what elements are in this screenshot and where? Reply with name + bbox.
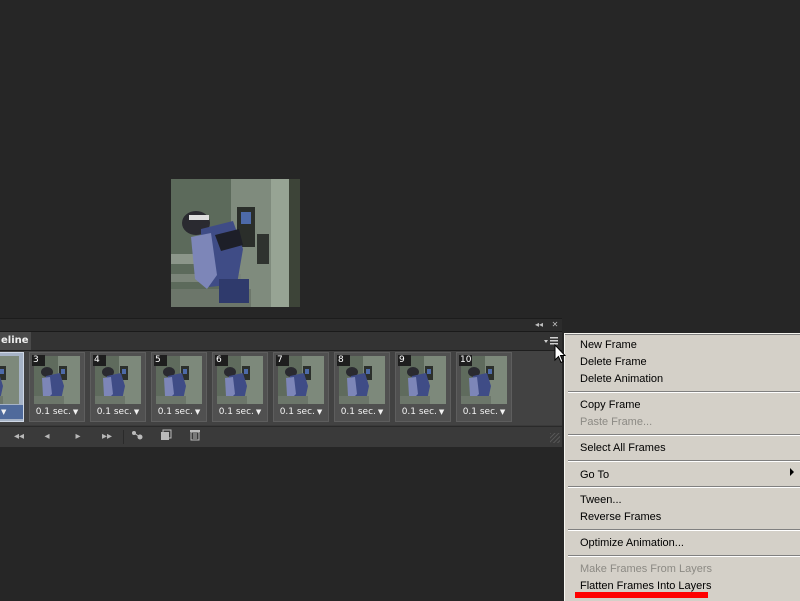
- frame-delay-label: 0.1 sec.: [340, 407, 376, 417]
- frame-delay-label: 0.1 sec.: [401, 407, 437, 417]
- animation-frame[interactable]: 6 0.1 sec. ▼: [212, 352, 268, 422]
- previous-frame-button[interactable]: ◂: [37, 429, 57, 445]
- animation-frame[interactable]: 4 0.1 sec. ▼: [90, 352, 146, 422]
- frame-number: 10: [459, 355, 473, 366]
- chevron-down-icon: ▼: [438, 408, 445, 416]
- frame-number: 6: [215, 355, 228, 366]
- frame-delay-label: 0.1 sec.: [157, 407, 193, 417]
- first-frame-button[interactable]: ◂◂: [9, 429, 29, 445]
- frame-number: 4: [93, 355, 106, 366]
- frame-number: 9: [398, 355, 411, 366]
- controls-divider: [123, 430, 124, 444]
- menu-separator: [568, 434, 800, 436]
- animation-frame[interactable]: 8 0.1 sec. ▼: [334, 352, 390, 422]
- frame-delay-label: 0.1 sec.: [96, 407, 132, 417]
- frame-delay-label: 0.1 sec.: [462, 407, 498, 417]
- frame-delay-label: 0.1 sec.: [35, 407, 71, 417]
- animation-frame[interactable]: 10 0.1 sec. ▼: [456, 352, 512, 422]
- frame-number: 3: [32, 355, 45, 366]
- close-icon[interactable]: ✕: [549, 319, 561, 331]
- frame-number: 7: [276, 355, 289, 366]
- duplicate-frame-icon[interactable]: [156, 429, 176, 445]
- frame-delay-dropdown[interactable]: 0.1 sec. ▼: [213, 405, 267, 419]
- chevron-down-icon: ▼: [499, 408, 506, 416]
- animation-panel: ◂◂ ✕ eline ec.▼30.1 sec.▼40.1 sec.▼50.1 …: [0, 318, 562, 447]
- frame-delay-dropdown[interactable]: 0.1 sec. ▼: [396, 405, 450, 419]
- tween-icon[interactable]: [127, 429, 147, 445]
- tab-timeline[interactable]: eline: [0, 332, 31, 350]
- menu-item-go-to[interactable]: Go To: [580, 467, 609, 484]
- panel-title-bar[interactable]: ◂◂ ✕: [0, 319, 562, 332]
- chevron-down-icon: ▼: [194, 408, 201, 416]
- menu-item-delete-frame[interactable]: Delete Frame: [580, 354, 647, 371]
- menu-item-tween[interactable]: Tween...: [580, 492, 622, 509]
- menu-item-delete-animation[interactable]: Delete Animation: [580, 371, 663, 388]
- animation-frame[interactable]: 5 0.1 sec. ▼: [151, 352, 207, 422]
- mouse-cursor-icon: [554, 343, 567, 364]
- panel-resize-grip[interactable]: [550, 433, 560, 443]
- menu-separator: [568, 486, 800, 488]
- chevron-down-icon: ▼: [255, 408, 262, 416]
- animation-frame[interactable]: 3 0.1 sec. ▼: [29, 352, 85, 422]
- frames-strip: ec.▼30.1 sec.▼40.1 sec.▼50.1 sec.▼60.1 s…: [0, 351, 562, 425]
- panel-tab-row: eline: [0, 332, 562, 351]
- menu-item-reverse-frames[interactable]: Reverse Frames: [580, 509, 661, 526]
- animation-frame[interactable]: ec.▼: [0, 352, 24, 422]
- frame-delay-dropdown[interactable]: 0.1 sec. ▼: [152, 405, 206, 419]
- menu-separator: [568, 529, 800, 531]
- chevron-down-icon: ▼: [377, 408, 384, 416]
- frame-delay-label: 0.1 sec.: [279, 407, 315, 417]
- animation-controls: ◂◂ ◂ ▸ ▸▸: [0, 426, 562, 447]
- frame-delay-dropdown[interactable]: ec.▼: [0, 405, 23, 419]
- canvas-image: [171, 179, 300, 307]
- frame-delay-dropdown[interactable]: 0.1 sec. ▼: [274, 405, 328, 419]
- frame-thumbnail: [0, 356, 19, 404]
- menu-separator: [568, 555, 800, 557]
- frame-delay-dropdown[interactable]: 0.1 sec. ▼: [91, 405, 145, 419]
- menu-separator: [568, 391, 800, 393]
- frame-delay-dropdown[interactable]: 0.1 sec. ▼: [335, 405, 389, 419]
- frame-delay-label: 0.1 sec.: [218, 407, 254, 417]
- menu-item-optimize-animation[interactable]: Optimize Animation...: [580, 535, 684, 552]
- submenu-arrow-icon: [790, 468, 794, 476]
- panel-context-menu: New Frame Delete Frame Delete Animation …: [564, 333, 800, 601]
- chevron-down-icon: ▼: [133, 408, 140, 416]
- animation-frame[interactable]: 9 0.1 sec. ▼: [395, 352, 451, 422]
- frame-delay-dropdown[interactable]: 0.1 sec. ▼: [457, 405, 511, 419]
- next-frame-button[interactable]: ▸▸: [97, 429, 117, 445]
- menu-item-paste-frame: Paste Frame...: [580, 416, 653, 428]
- chevron-down-icon: ▼: [316, 408, 323, 416]
- menu-item-select-all-frames[interactable]: Select All Frames: [580, 440, 666, 457]
- chevron-down-icon: ▼: [72, 408, 79, 416]
- frame-number: 8: [337, 355, 350, 366]
- menu-separator: [568, 460, 800, 462]
- frame-delay-dropdown[interactable]: 0.1 sec. ▼: [30, 405, 84, 419]
- play-button[interactable]: ▸: [68, 429, 88, 445]
- trash-icon[interactable]: [185, 429, 205, 445]
- frame-number: 5: [154, 355, 167, 366]
- chevron-down-icon: ▼: [0, 408, 7, 416]
- collapse-icon[interactable]: ◂◂: [533, 319, 545, 331]
- menu-item-copy-frame[interactable]: Copy Frame: [580, 397, 641, 414]
- menu-item-make-frames-from-layers: Make Frames From Layers: [580, 563, 713, 575]
- highlight-underline: [575, 592, 708, 598]
- animation-frame[interactable]: 7 0.1 sec. ▼: [273, 352, 329, 422]
- menu-item-new-frame[interactable]: New Frame: [580, 337, 637, 354]
